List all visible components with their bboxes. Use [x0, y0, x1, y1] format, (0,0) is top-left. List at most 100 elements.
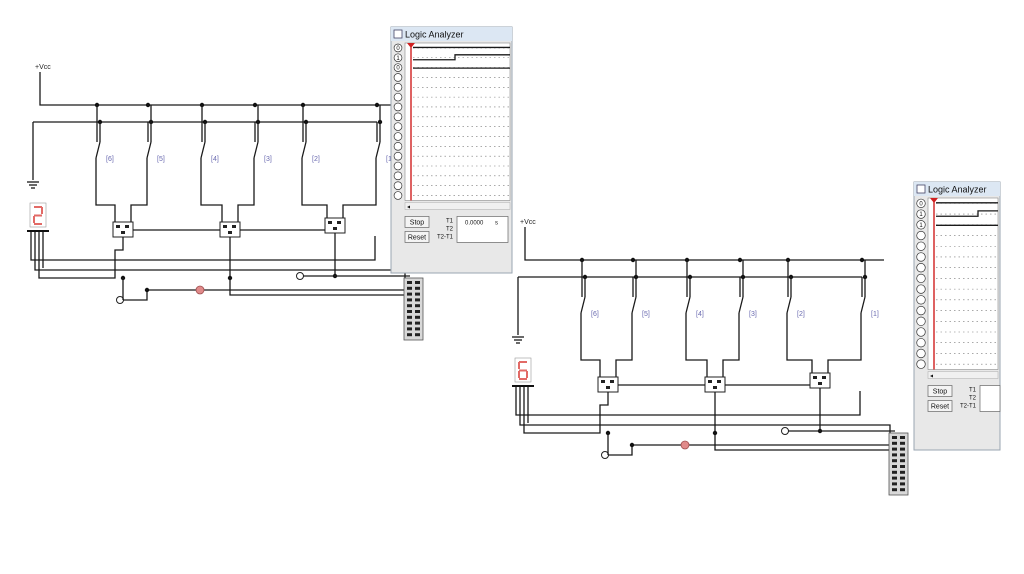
connector-pin [900, 453, 905, 457]
ff-pin-mark [116, 225, 120, 228]
circuit-1: +Vcc[6][5][4][3][2][1]2 [27, 64, 424, 341]
ff-input-wire [301, 168, 328, 218]
switch-label-1[interactable]: [6] [106, 156, 114, 163]
switch-blade [786, 296, 792, 314]
connector-pin [415, 292, 420, 296]
switch-label-2[interactable]: [5] [157, 156, 165, 163]
switch-label-1[interactable]: [6] [591, 311, 599, 318]
connector-pin [415, 281, 420, 284]
channel-terminal[interactable] [916, 359, 926, 369]
channel-terminal[interactable] [916, 295, 926, 305]
channel-terminal[interactable] [393, 132, 403, 141]
channel-terminal[interactable] [916, 241, 926, 251]
channel-terminal[interactable] [393, 161, 403, 171]
analyzer-hscrollbar[interactable] [927, 371, 999, 379]
flip-flop-3 [324, 217, 346, 234]
channel-terminal[interactable] [393, 191, 403, 200]
ff-pin-mark [333, 227, 337, 230]
channel-terminal[interactable] [916, 230, 926, 241]
ff-pin-mark [606, 386, 610, 389]
switch-label-3[interactable]: [4] [211, 156, 219, 163]
vcc-label: +Vcc [35, 64, 51, 71]
scroll-left-arrow[interactable]: ◂ [407, 204, 410, 210]
stop-button-label: Stop [933, 389, 948, 396]
ff-pin-mark [232, 225, 236, 228]
switch-blade [200, 141, 206, 159]
connector-pin [415, 315, 420, 319]
ff-pin-mark [328, 221, 332, 224]
channel-terminal[interactable] [393, 73, 403, 82]
t2-t1-label: T2-T1 [960, 404, 977, 410]
ff-input-wire [580, 323, 601, 377]
junction-dot [374, 102, 380, 108]
channel-terminal[interactable] [393, 102, 403, 112]
probe-terminal[interactable] [296, 272, 304, 280]
switch-label-5[interactable]: [2] [312, 156, 320, 163]
connector-pin [407, 310, 412, 313]
channel-terminal[interactable] [916, 263, 926, 273]
connector-pin [892, 476, 897, 480]
connector-pin [415, 286, 420, 290]
connector-pin [892, 470, 897, 474]
channel-terminal[interactable] [916, 338, 926, 348]
switch-label-4[interactable]: [3] [749, 311, 757, 318]
connector-pin [415, 327, 420, 331]
connector-pin [415, 304, 420, 308]
logic-analyzer-window-2: Logic Analyzer011◂StopResetT1T2T2-T1 [913, 181, 1001, 451]
display-segment [518, 371, 520, 378]
switch-label-2[interactable]: [5] [642, 311, 650, 318]
ff-pin-mark [601, 380, 605, 383]
ff-output-wire [714, 392, 900, 451]
channel-terminal[interactable] [916, 316, 926, 326]
display-base [512, 385, 534, 387]
analyzer-connector [888, 432, 909, 496]
channel-terminal[interactable] [916, 348, 926, 359]
ff-input-wire [95, 168, 116, 222]
connector-pin [900, 470, 905, 474]
channel-terminal[interactable] [916, 252, 926, 262]
scroll-left-arrow[interactable]: ◂ [930, 374, 933, 380]
channel-terminal[interactable] [393, 171, 403, 181]
display-segment [34, 206, 42, 208]
switch-label-3[interactable]: [4] [696, 311, 704, 318]
channel-terminal[interactable] [393, 151, 403, 161]
analyzer-connector [403, 277, 424, 341]
junction-dot [252, 102, 258, 108]
channel-terminal[interactable] [393, 112, 403, 122]
switch-blade [685, 296, 691, 314]
connector-pin [892, 459, 897, 463]
channel-terminal[interactable] [916, 305, 926, 316]
t2-t1-label: T2-T1 [437, 234, 454, 240]
analyzer-hscrollbar[interactable] [404, 202, 511, 210]
channel-terminal[interactable] [393, 82, 403, 92]
vcc-label: +Vcc [520, 219, 536, 226]
ff-input-wire [237, 168, 255, 222]
ff-pin-mark [223, 225, 227, 228]
channel-terminal[interactable] [393, 142, 403, 151]
connector-pin [415, 333, 420, 337]
switch-label-6[interactable]: [1] [871, 311, 879, 318]
switch-blade [253, 141, 259, 159]
analyzer-plot [927, 197, 999, 370]
junction-dot [227, 275, 233, 281]
switch-label-4[interactable]: [3] [264, 156, 272, 163]
switch-label-5[interactable]: [2] [797, 311, 805, 318]
channel-terminal[interactable] [393, 181, 403, 190]
channel-terminal[interactable] [916, 273, 926, 284]
flip-flop-1 [597, 376, 619, 393]
analyzer-title: Logic Analyzer [405, 30, 464, 40]
probe-terminal[interactable] [781, 427, 789, 435]
channel-terminal[interactable] [393, 122, 403, 131]
switch-blade [738, 296, 744, 314]
switch-blade [580, 296, 586, 314]
channel-terminal[interactable] [393, 92, 403, 102]
ff-input-wire [827, 323, 862, 373]
connector-pin [892, 465, 897, 468]
channel-terminal[interactable] [916, 284, 926, 294]
display-segment [519, 361, 527, 363]
channel-terminal[interactable] [916, 327, 926, 337]
ff-input-wire [342, 168, 377, 218]
connector-pin [407, 333, 412, 337]
connector-pin [892, 447, 897, 451]
junction-dot [630, 257, 636, 263]
